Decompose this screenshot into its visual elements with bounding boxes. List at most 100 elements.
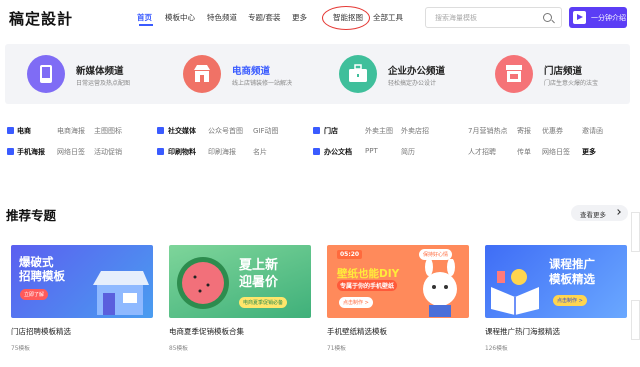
cat-print-poster[interactable]: 印刷海报 [208,147,236,157]
card-count: 75模板 [11,346,30,352]
cat-flyer[interactable]: 传单 [517,147,531,157]
channel-new-media[interactable]: 新媒体频道 日常运营及热点配图 [27,44,167,104]
cat-phone-poster[interactable]: 手机海报 [17,147,45,157]
channel-band: 新媒体频道 日常运营及热点配图 电商频道 线上店铺装修一站解决 企业办公频道 轻… [5,44,630,104]
cat-ecommerce[interactable]: 电商 [17,126,31,136]
nav-active-indicator [139,24,153,26]
store-small-icon [313,127,320,134]
cat-ecommerce-poster[interactable]: 电商海报 [57,126,85,136]
nav-template-center[interactable]: 模板中心 [165,12,195,23]
cat-send-report[interactable]: 寄报 [517,126,531,136]
social-icon [157,127,164,134]
channel-store[interactable]: 门店频道 门店生意火爆的法宝 [495,44,630,104]
topic-card[interactable]: 课程推广 模板精选 点击制作 > 课程推广热门海报精选 126模板 [479,237,630,357]
cat-wechat-cover[interactable]: 公众号首图 [208,126,243,136]
cat-coupon[interactable]: 优惠券 [542,126,563,136]
channel-ecommerce[interactable]: 电商频道 线上店铺装修一站解决 [183,44,323,104]
bunny-illustration [423,259,457,317]
card-time-tag: 05:20 [337,250,363,259]
card-title[interactable]: 电商夏季促销模板合集 [169,326,244,337]
cat-social-media[interactable]: 社交媒体 [168,126,196,136]
card-thumbnail[interactable]: 课程推广 模板精选 点击制作 > [485,245,627,318]
cat-resume[interactable]: 简历 [401,147,415,157]
cat-print[interactable]: 印刷物料 [168,147,196,157]
nav-topics[interactable]: 专题/套装 [248,12,281,23]
office-doc-icon [313,148,320,155]
nav-home[interactable]: 首页 [137,12,152,23]
book-illustration [491,269,539,315]
card-headline: 爆破式 招聘模板 [19,255,65,283]
channel-desc: 日常运营及热点配图 [76,80,131,87]
print-icon [157,148,164,155]
cat-ppt[interactable]: PPT [365,147,378,155]
side-float-panel[interactable] [631,212,640,252]
side-float-panel[interactable] [631,300,640,340]
card-pill: 点击制作 > [553,295,587,306]
nav-all-tools[interactable]: 全部工具 [373,12,403,23]
card-pill: 立即了解 [20,289,49,300]
briefcase-icon [339,55,377,93]
channel-title: 新媒体频道 [76,66,124,77]
channel-title: 门店频道 [544,66,583,77]
top-header: 稿定設計 首页 模板中心 特色频道 专题/套装 更多 智能抠图 全部工具 搜索海… [0,0,640,36]
channel-desc: 门店生意火爆的法宝 [544,80,599,87]
intro-video-button[interactable]: 一分钟介绍 [569,7,627,28]
search-placeholder: 搜索海量模板 [435,14,477,22]
view-more-button[interactable]: 查看更多 [571,205,628,221]
channel-office[interactable]: 企业办公频道 轻松搞定办公设计 [339,44,479,104]
card-headline: 壁纸也能DIY [337,268,400,280]
channel-desc: 轻松搞定办公设计 [388,80,437,87]
intro-video-label: 一分钟介绍 [591,14,626,22]
card-thumbnail[interactable]: 夏上新 迎暑价 电商夏季促销必备 [169,245,311,318]
card-thumbnail[interactable]: 爆破式 招聘模板 立即了解 [11,245,153,318]
card-headline: 课程推广 模板精选 [549,257,595,286]
phone-icon [27,55,65,93]
ecommerce-icon [7,127,14,134]
topic-card[interactable]: 爆破式 招聘模板 立即了解 门店招聘模板精选 75模板 [5,237,156,357]
shop-icon [183,55,221,93]
cat-business-card[interactable]: 名片 [253,147,267,157]
storefront-illustration [93,271,149,315]
card-thumbnail[interactable]: 05:20 保持好心情 壁纸也能DIY 专属于你的手机壁纸 点击制作 > [327,245,469,318]
red-annotation-circle [322,6,370,30]
play-icon [573,11,586,24]
cat-daily-sign-2[interactable]: 网络日签 [542,147,570,157]
card-pill: 电商夏季促销必备 [239,297,288,308]
category-links: 电商 电商海报 主图图标 社交媒体 公众号首图 GIF动图 门店 外卖主图 外卖… [0,118,640,168]
watermelon-illustration [177,257,229,309]
cat-more[interactable]: 更多 [582,147,596,157]
phone-poster-icon [7,148,14,155]
channel-desc: 线上店铺装修一站解决 [232,80,293,87]
card-pill: 点击制作 > [339,297,373,308]
section-title: 推荐专题 [6,208,57,223]
cat-office-docs[interactable]: 办公文档 [324,147,352,157]
chevron-right-icon [615,209,621,215]
search-input[interactable]: 搜索海量模板 [425,7,562,28]
topic-card[interactable]: 05:20 保持好心情 壁纸也能DIY 专属于你的手机壁纸 点击制作 > 手机壁… [321,237,472,357]
cat-recruiting[interactable]: 人才招聘 [468,147,496,157]
topic-card[interactable]: 夏上新 迎暑价 电商夏季促销必备 电商夏季促销模板合集 85模板 [163,237,314,357]
cat-daily-sign[interactable]: 网络日签 [57,147,85,157]
cat-gif[interactable]: GIF动图 [253,126,279,136]
card-title[interactable]: 手机壁纸精选模板 [327,326,387,337]
cat-july-marketing[interactable]: 7月营销热点 [468,126,507,136]
cat-invitation[interactable]: 邀请函 [582,126,603,136]
cat-delivery-sign[interactable]: 外卖店招 [401,126,429,136]
nav-more[interactable]: 更多 [292,12,307,23]
view-more-label: 查看更多 [580,211,606,219]
channel-title: 企业办公频道 [388,66,446,77]
card-count: 126模板 [485,346,508,352]
card-subtitle: 专属于你的手机壁纸 [337,280,398,291]
site-logo[interactable]: 稿定設計 [9,8,73,29]
nav-featured-channels[interactable]: 特色频道 [207,12,237,23]
cat-delivery-image[interactable]: 外卖主图 [365,126,393,136]
search-icon[interactable] [543,13,552,22]
cat-store[interactable]: 门店 [324,126,338,136]
channel-title: 电商频道 [232,66,271,77]
cat-promotion[interactable]: 活动促销 [94,147,122,157]
card-title[interactable]: 课程推广热门海报精选 [485,326,560,337]
card-count: 85模板 [169,346,188,352]
card-count: 71模板 [327,346,346,352]
cat-main-image[interactable]: 主图图标 [94,126,122,136]
card-title[interactable]: 门店招聘模板精选 [11,326,71,337]
